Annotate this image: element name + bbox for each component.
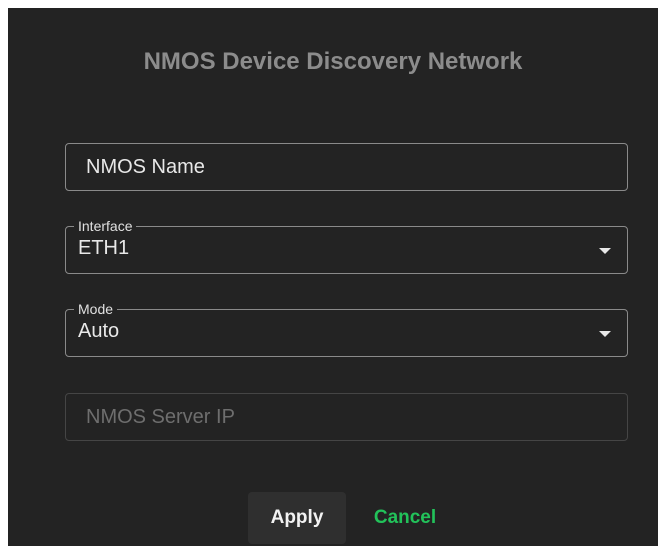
interface-value: ETH1: [78, 237, 130, 259]
caret-down-icon: [599, 331, 611, 337]
mode-label: Mode: [74, 300, 118, 318]
dialog-title: NMOS Device Discovery Network: [143, 48, 523, 75]
mode-value: Auto: [78, 320, 120, 342]
nmos-server-ip-placeholder: NMOS Server IP: [86, 405, 235, 428]
interface-label: Interface: [74, 217, 137, 235]
apply-button[interactable]: Apply: [248, 492, 346, 544]
cancel-button[interactable]: Cancel: [362, 492, 448, 544]
caret-down-icon: [599, 248, 611, 254]
mode-select[interactable]: Mode Auto: [65, 300, 628, 357]
nmos-server-ip-input: NMOS Server IP: [65, 393, 628, 441]
interface-select[interactable]: Interface ETH1: [65, 217, 628, 274]
nmos-discovery-dialog: NMOS Device Discovery Network NMOS Name …: [8, 8, 658, 546]
nmos-name-placeholder: NMOS Name: [86, 155, 205, 178]
nmos-name-input[interactable]: NMOS Name: [65, 143, 628, 191]
